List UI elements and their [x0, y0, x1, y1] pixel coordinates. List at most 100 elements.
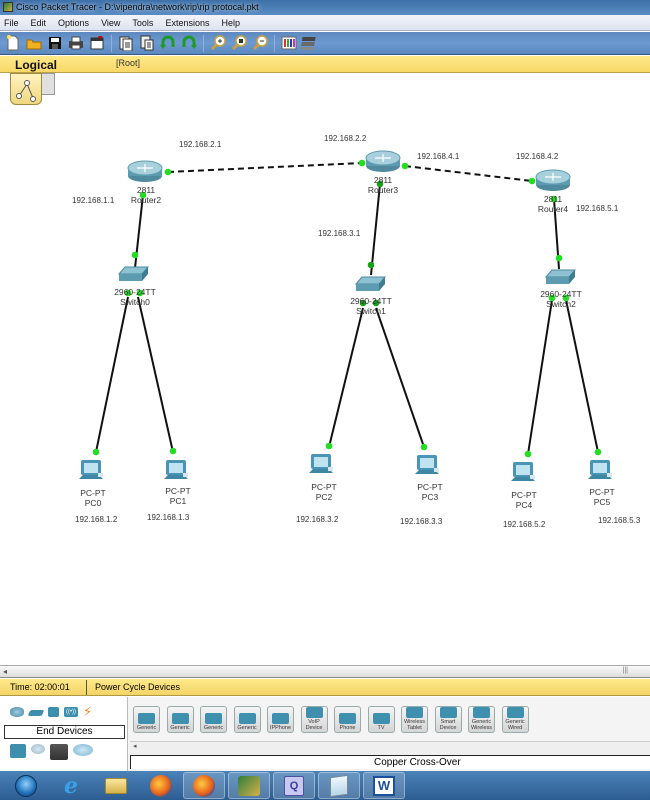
device-button-wired-device[interactable]: Generic Wired: [501, 706, 529, 733]
pc4-label: PC-PT PC4: [511, 490, 537, 510]
device-button-tablet[interactable]: Wireless Tablet: [401, 706, 428, 733]
windows-logo-icon: [15, 774, 37, 797]
port-status-dot: [420, 443, 428, 451]
pc5-label: PC-PT PC5: [589, 487, 615, 507]
taskbar-dreamweaver[interactable]: Q: [273, 772, 315, 799]
end-devices-icon[interactable]: [10, 744, 26, 758]
power-cycle-devices-button[interactable]: Power Cycle Devices: [95, 679, 180, 696]
server-icon: [205, 713, 222, 724]
port-status-dot: [524, 450, 532, 458]
pc1-ip-label: 192.168.1.3: [147, 513, 190, 522]
ip-label-r2-lan: 192.168.1.1: [72, 196, 115, 205]
router3-router-icon[interactable]: [365, 150, 401, 172]
connections-icon[interactable]: ⚡: [83, 705, 97, 718]
link-router3-router4[interactable]: [404, 165, 533, 182]
pc3-ip-label: 192.168.3.3: [400, 517, 443, 526]
port-status-dot: [528, 177, 536, 185]
routers-icon[interactable]: [10, 707, 24, 717]
tv-icon: [372, 713, 390, 724]
ip-label-r4-wan: 192.168.4.2: [516, 152, 559, 161]
pc5-ip-label: 192.168.5.3: [598, 516, 641, 525]
switch1-label: 2960-24TT Switch1: [350, 296, 392, 316]
taskbar-word[interactable]: W: [363, 772, 405, 799]
device-button-server[interactable]: Generic: [200, 706, 227, 733]
multiuser-icon[interactable]: [73, 744, 93, 756]
pc3-pc-icon[interactable]: [415, 455, 439, 474]
windows-taskbar: e Q W: [0, 771, 650, 800]
port-status-dot: [358, 159, 366, 167]
status-bar: Time: 02:00:01 Power Cycle Devices: [0, 679, 650, 696]
tablet-icon: [406, 707, 423, 718]
horizontal-scrollbar[interactable]: ◂ |||: [0, 665, 650, 678]
taskbar-firefox-window[interactable]: [183, 772, 225, 799]
device-button-wireless-device[interactable]: Generic Wireless: [468, 706, 495, 733]
switch2-switch-icon[interactable]: [544, 269, 577, 284]
pc0-pc-icon[interactable]: [79, 460, 103, 479]
device-button-smart-device[interactable]: Smart Device: [434, 706, 462, 733]
navigation-panel-icon[interactable]: [10, 73, 42, 105]
scroll-grip-icon[interactable]: |||: [623, 667, 628, 674]
taskbar-firefox[interactable]: [142, 772, 180, 799]
link-switch2-pc5[interactable]: [565, 299, 599, 453]
link-switch1-pc3[interactable]: [375, 307, 425, 448]
device-button-label: TV: [377, 725, 385, 731]
device-button-voip[interactable]: VoIP Device: [300, 706, 328, 733]
switch1-switch-icon[interactable]: [354, 276, 387, 291]
device-button-label: Wireless Tablet: [403, 719, 426, 731]
device-button-laptop[interactable]: Generic: [166, 706, 194, 733]
category-row-bottom: [10, 744, 93, 760]
taskbar-file-explorer[interactable]: [97, 772, 135, 799]
pc5-pc-icon[interactable]: [588, 460, 612, 479]
device-button-label: Generic: [203, 725, 224, 731]
taskbar-packet-tracer[interactable]: [228, 772, 270, 799]
pc2-ip-label: 192.168.3.2: [296, 515, 339, 524]
taskbar-internet-explorer[interactable]: e: [52, 772, 90, 799]
start-button[interactable]: [7, 772, 45, 799]
link-switch0-pc0[interactable]: [95, 296, 129, 453]
ip-phone-icon: [272, 713, 289, 724]
router2-router-icon[interactable]: [127, 160, 163, 182]
link-switch0-pc1[interactable]: [137, 296, 174, 453]
port-status-dot: [92, 448, 100, 456]
hubs-icon[interactable]: [48, 707, 59, 717]
wireless-device-icon: [473, 707, 490, 718]
device-button-label: Smart Device: [439, 719, 457, 731]
device-list-scrollbar[interactable]: ◂: [130, 741, 650, 755]
link-router3-switch1[interactable]: [370, 183, 381, 276]
device-button-tv[interactable]: TV: [367, 706, 395, 733]
switches-icon[interactable]: [27, 710, 45, 716]
router2-label: 2811 Router2: [130, 185, 162, 205]
device-button-printer[interactable]: Generic: [233, 706, 261, 733]
ip-label-r4-lan: 192.168.5.1: [576, 204, 619, 213]
notepad-icon: [330, 774, 348, 797]
firefox-icon: [193, 774, 215, 797]
pc2-pc-icon[interactable]: [309, 454, 333, 473]
link-router2-router3[interactable]: [167, 162, 363, 173]
device-button-pc[interactable]: Generic: [133, 706, 160, 733]
taskbar-notepad[interactable]: [318, 772, 360, 799]
switch2-label: 2960-24TT Switch2: [540, 289, 582, 309]
port-status-dot: [594, 448, 602, 456]
topology-canvas: [79, 150, 612, 481]
switch0-label: 2960-24TT Switch0: [114, 287, 156, 307]
ip-label-r3-lan: 192.168.3.1: [318, 229, 361, 238]
device-button-label: IPPhone: [269, 725, 292, 731]
device-button-ip-phone[interactable]: IPPhone: [267, 706, 294, 733]
device-button-label: Generic: [136, 725, 157, 731]
wan-emulation-icon[interactable]: [31, 744, 45, 754]
port-status-dot: [131, 251, 139, 259]
switch0-switch-icon[interactable]: [117, 266, 150, 281]
printer-icon: [238, 713, 256, 724]
router4-router-icon[interactable]: [535, 169, 571, 191]
pc1-pc-icon[interactable]: [164, 460, 188, 479]
custom-devices-icon[interactable]: [50, 744, 68, 760]
device-button-phone[interactable]: Phone: [334, 706, 361, 733]
link-switch2-pc4[interactable]: [527, 299, 553, 455]
ip-label-r2-wan: 192.168.2.1: [179, 140, 222, 149]
pc2-label: PC-PT PC2: [311, 482, 337, 502]
link-switch1-pc2[interactable]: [328, 307, 364, 448]
laptop-icon: [171, 713, 189, 724]
wireless-icon[interactable]: ((•)): [64, 707, 78, 717]
pc4-pc-icon[interactable]: [511, 462, 535, 481]
scroll-left-arrow-icon[interactable]: ◂: [3, 667, 7, 676]
